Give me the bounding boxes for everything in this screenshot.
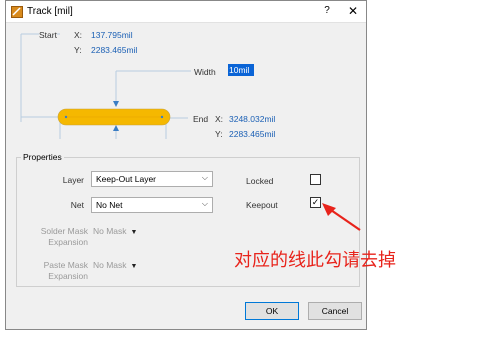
locked-label: Locked [246, 176, 274, 186]
width-label: Width [194, 67, 216, 77]
solder-mask-label: Solder Mask [40, 226, 88, 236]
paste-mask-label: Paste Mask [43, 260, 88, 270]
solder-mask-select[interactable]: No Mask ▼ [93, 226, 137, 236]
width-input[interactable]: 10mil [228, 64, 254, 76]
start-label: Start [39, 30, 57, 40]
solder-mask-value: No Mask [93, 226, 127, 236]
solder-mask-expansion-label: Expansion [48, 237, 88, 247]
ok-button[interactable]: OK [245, 302, 299, 320]
end-x-label: X: [215, 114, 224, 124]
net-select[interactable]: No Net ⌵ [91, 197, 213, 213]
paste-mask-select[interactable]: No Mask ▼ [93, 260, 137, 270]
checkmark-icon: ✓ [311, 197, 320, 207]
end-y-label: Y: [215, 129, 223, 139]
keepout-label: Keepout [246, 200, 278, 210]
layer-select-value: Keep-Out Layer [96, 174, 157, 184]
layer-select[interactable]: Keep-Out Layer ⌵ [91, 171, 213, 187]
caret-down-icon: ▼ [130, 229, 138, 236]
red-arrow-icon [322, 203, 361, 231]
end-label: End [193, 114, 209, 124]
cancel-button[interactable]: Cancel [308, 302, 362, 320]
start-x-value[interactable]: 137.795mil [91, 30, 133, 40]
track-dialog: Track [mil] ? ✕ Start X: 137.795mil Y: 2… [5, 0, 367, 330]
paste-mask-value: No Mask [93, 260, 127, 270]
caret-down-icon: ▼ [130, 263, 138, 270]
end-y-value[interactable]: 2283.465mil [229, 129, 275, 139]
paste-mask-expansion-label: Expansion [48, 271, 88, 281]
net-label: Net [70, 200, 84, 210]
track-diagram [20, 33, 191, 139]
annotation-text: 对应的线此勾请去掉 [234, 250, 396, 271]
start-y-label: Y: [74, 45, 82, 55]
chevron-down-icon: ⌵ [201, 173, 208, 182]
start-y-value[interactable]: 2283.465mil [91, 45, 137, 55]
layer-label: Layer [62, 175, 84, 185]
locked-checkbox[interactable] [310, 174, 321, 185]
chevron-down-icon: ⌵ [201, 199, 208, 208]
properties-title: Properties [21, 152, 64, 162]
end-x-value[interactable]: 3248.032mil [229, 114, 275, 124]
start-x-label: X: [74, 30, 83, 40]
net-select-value: No Net [96, 200, 123, 210]
